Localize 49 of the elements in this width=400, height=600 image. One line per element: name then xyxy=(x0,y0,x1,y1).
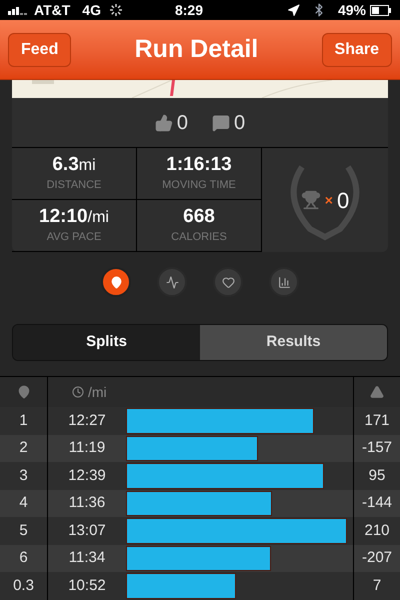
map-view-button[interactable] xyxy=(101,267,131,297)
battery-icon xyxy=(370,4,392,16)
bar-chart-icon xyxy=(278,276,290,288)
stat-label: AVG PACE xyxy=(46,230,102,246)
page-title: Run Detail xyxy=(134,34,258,65)
stat-value: 668 xyxy=(183,205,215,230)
battery-percent: 49% xyxy=(338,0,366,20)
pace-cell-text: 13:07 xyxy=(67,520,107,540)
comment-count: 0 xyxy=(234,110,246,136)
stat-value: 1:16:13 xyxy=(166,153,232,178)
thumbs-up-icon[interactable] xyxy=(154,114,173,132)
comment-icon[interactable] xyxy=(212,114,230,132)
chart-view-button[interactable] xyxy=(269,267,299,297)
clock-icon xyxy=(72,386,84,398)
elevation-icon xyxy=(370,385,384,399)
pulse-line-icon xyxy=(166,276,178,288)
mile-cell: 0.3 xyxy=(0,572,48,600)
location-icon xyxy=(286,4,300,16)
stat-label: CALORIES xyxy=(171,230,227,246)
network-type: 4G xyxy=(82,0,101,20)
stat-label: MOVING TIME xyxy=(162,178,236,194)
elevation-cell: 7 xyxy=(353,572,400,600)
trophy-icon xyxy=(300,190,321,210)
pace-cell-text: 12:27 xyxy=(67,410,107,430)
pace-cell-text: 11:34 xyxy=(68,548,106,568)
pace-cell-text: 12:39 xyxy=(67,466,107,486)
kudos-count: 0 xyxy=(176,110,188,136)
carrier: AT&T xyxy=(34,0,70,20)
heart-view-button[interactable] xyxy=(213,267,243,297)
pace-cell-text: 11:36 xyxy=(68,493,106,513)
clock: 8:29 xyxy=(174,0,204,20)
pace-cell-text: 11:19 xyxy=(68,438,106,458)
stat-label: DISTANCE xyxy=(46,178,102,194)
achievement-count: 0 xyxy=(336,186,350,214)
multiplier-sign: × xyxy=(324,190,333,210)
map-pin-icon xyxy=(110,276,122,288)
stat-value: 12:10/mi xyxy=(39,205,109,230)
signal-icon xyxy=(8,5,30,15)
stat-value: 6.3mi xyxy=(52,153,96,178)
activity-spinner-icon xyxy=(108,3,123,17)
pin-icon xyxy=(16,385,30,399)
back-button[interactable]: Feed xyxy=(8,32,72,66)
pace-cell-text: 10:52 xyxy=(67,576,107,596)
pace-view-button[interactable] xyxy=(157,267,187,297)
segment-tab[interactable]: Results xyxy=(200,325,387,360)
share-button[interactable]: Share xyxy=(322,32,392,66)
heart-icon xyxy=(222,276,234,288)
segment-tab[interactable]: Splits xyxy=(13,325,200,360)
pace-unit: /mi xyxy=(88,382,107,402)
